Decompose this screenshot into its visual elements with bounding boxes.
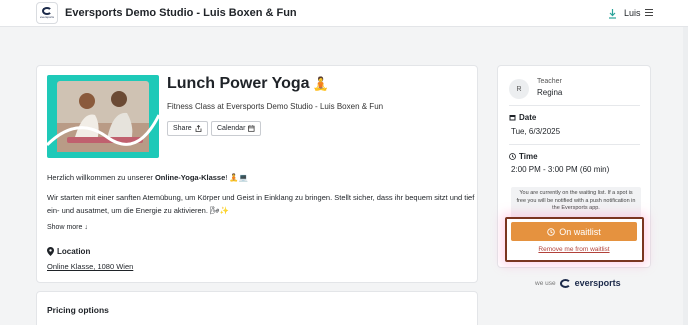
time-value: 2:00 PM - 3:00 PM (60 min) <box>511 165 610 174</box>
calendar-icon <box>509 115 516 121</box>
time-heading: Time <box>509 152 538 161</box>
show-more-label: Show more <box>47 224 83 231</box>
date-heading: Date <box>509 113 536 122</box>
class-title-text: Lunch Power Yoga <box>167 75 310 92</box>
calendar-icon <box>248 125 255 132</box>
on-waitlist-label: On waitlist <box>559 226 601 237</box>
on-waitlist-button[interactable]: On waitlist <box>511 222 637 241</box>
clock-icon <box>547 227 555 236</box>
yoga-photo-illustration <box>47 81 159 152</box>
arrow-down-icon: ↓ <box>84 224 88 231</box>
user-name[interactable]: Luis <box>624 8 641 18</box>
teacher-label: Teacher <box>537 78 562 85</box>
scrollbar[interactable] <box>683 27 688 325</box>
top-bar: eversports Eversports Demo Studio - Luis… <box>0 0 688 27</box>
share-button[interactable]: Share <box>167 121 208 136</box>
divider <box>509 105 640 106</box>
class-subtitle: Fitness Class at Eversports Demo Studio … <box>167 102 384 111</box>
waitlist-notice: You are currently on the waiting list. I… <box>511 187 641 218</box>
we-use-label: we use <box>535 279 556 287</box>
location-pin-icon <box>47 247 54 256</box>
download-icon[interactable] <box>608 8 617 19</box>
location-heading-label: Location <box>57 247 91 256</box>
show-more-link[interactable]: Show more ↓ <box>47 224 88 231</box>
date-heading-label: Date <box>519 113 537 122</box>
brand-name[interactable]: eversports <box>575 278 621 288</box>
hamburger-menu-icon[interactable] <box>645 9 653 16</box>
time-heading-label: Time <box>519 152 538 161</box>
eversports-logo-icon <box>42 7 52 15</box>
yoga-emoji-icon: 🧘 <box>312 76 329 91</box>
share-icon <box>195 125 202 132</box>
studio-title[interactable]: Eversports Demo Studio - Luis Boxen & Fu… <box>65 7 297 19</box>
powered-by: we use eversports <box>535 278 621 288</box>
pricing-heading: Pricing options <box>47 305 109 315</box>
share-button-label: Share <box>173 125 192 132</box>
studio-logo[interactable]: eversports <box>36 2 58 24</box>
teacher-avatar: R <box>509 79 529 99</box>
class-title: Lunch Power Yoga 🧘 <box>167 75 329 93</box>
remove-from-waitlist-link[interactable]: Remove me from waitlist <box>511 246 637 253</box>
location-heading: Location <box>47 247 90 256</box>
eversports-brand-icon <box>559 278 571 288</box>
teacher-name[interactable]: Regina <box>537 88 562 97</box>
divider <box>509 144 640 145</box>
calendar-button[interactable]: Calendar <box>211 121 261 136</box>
class-image <box>47 75 159 158</box>
welcome-bold: Online-Yoga-Klasse <box>154 173 226 182</box>
welcome-suffix: ! 🧘💻 <box>225 173 249 182</box>
class-description: Wir starten mit einer sanften Atemübung,… <box>47 193 475 215</box>
welcome-prefix: Herzlich willkommen zu unserer <box>47 173 155 182</box>
location-link[interactable]: Online Klasse, 1080 Wien <box>47 262 133 271</box>
clock-icon <box>509 153 516 160</box>
date-value: Tue, 6/3/2025 <box>511 127 561 136</box>
logo-text: eversports <box>39 15 54 19</box>
welcome-text: Herzlich willkommen zu unserer Online-Yo… <box>47 173 248 182</box>
calendar-button-label: Calendar <box>217 125 246 132</box>
